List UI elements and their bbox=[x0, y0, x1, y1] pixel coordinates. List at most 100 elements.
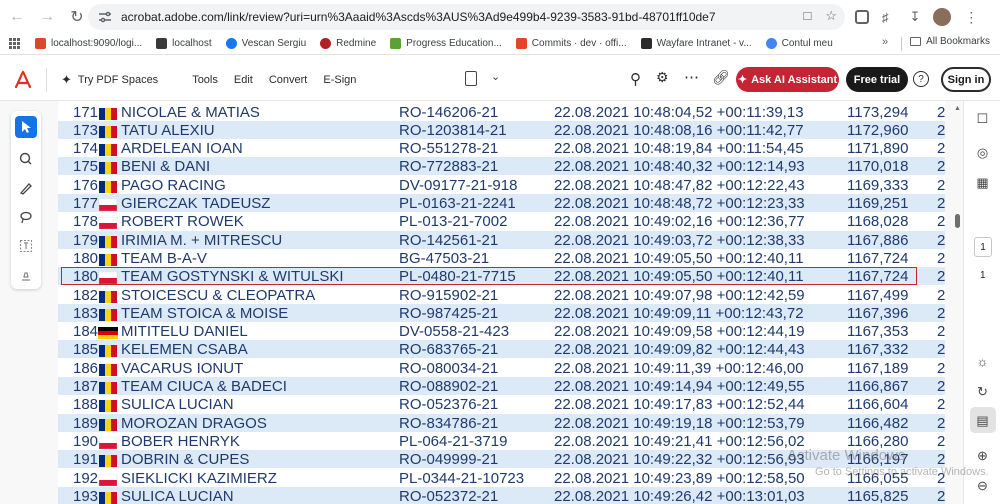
comment-tool-icon[interactable] bbox=[15, 148, 37, 170]
bookmark-item[interactable]: Contul meu bbox=[765, 38, 833, 49]
scroll-thumb[interactable] bbox=[955, 214, 960, 228]
tab-search-icon[interactable] bbox=[855, 10, 869, 24]
sign-in-button[interactable]: Sign in bbox=[941, 67, 991, 92]
more-options-icon[interactable]: ⋯ bbox=[684, 68, 699, 86]
google-icon bbox=[765, 38, 777, 49]
flag-pl-icon bbox=[98, 216, 118, 230]
arrival-time-cell: 22.08.2021 10:48:47,82 +00:12:22,43 bbox=[554, 176, 805, 194]
download-icon[interactable]: ↧ bbox=[910, 9, 921, 25]
color-palette-icon[interactable]: ◎ bbox=[974, 144, 991, 161]
all-bookmarks-button[interactable]: All Bookmarks bbox=[910, 36, 990, 47]
site-info-icon[interactable] bbox=[97, 9, 113, 25]
bookmark-item[interactable]: localhost bbox=[156, 38, 212, 49]
table-row: 178 ROBERT ROWEK PL-013-21-7002 22.08.2021 … bbox=[58, 212, 945, 230]
table-row: 175 BENI & DANI RO-772883-21 22.08.2021 10:… bbox=[58, 157, 945, 176]
flag-ro-icon bbox=[98, 418, 118, 431]
text-select-tool-icon[interactable] bbox=[15, 235, 37, 257]
draw-tool-icon[interactable] bbox=[15, 177, 37, 199]
arrival-time-cell: 22.08.2021 10:49:23,89 +00:12:58,50 bbox=[554, 469, 805, 487]
arrival-time-cell: 22.08.2021 10:49:21,41 +00:12:56,02 bbox=[554, 432, 805, 450]
document-icon[interactable] bbox=[465, 71, 477, 86]
address-bar[interactable]: acrobat.adobe.com/link/review?uri=urn%3A… bbox=[88, 4, 845, 30]
menu-esign[interactable]: E-Sign bbox=[323, 74, 356, 86]
table-row: 174 ARDELEAN IOAN RO-551278-21 22.08.2021 1… bbox=[58, 139, 945, 157]
ask-ai-assistant-button[interactable]: ✦ Ask AI Assistant bbox=[736, 67, 839, 92]
free-trial-button[interactable]: Free trial bbox=[846, 67, 908, 92]
ring-number-cell: RO-1203814-21 bbox=[399, 121, 507, 139]
link-icon[interactable]: 🔗︎ bbox=[712, 69, 730, 86]
rank-cell: 180 bbox=[73, 249, 99, 267]
ring-number-cell: RO-772883-21 bbox=[399, 158, 499, 176]
help-icon[interactable]: ? bbox=[913, 71, 929, 87]
arrival-time-cell: 22.08.2021 10:49:09,82 +00:12:44,43 bbox=[554, 341, 805, 359]
fancier-name-cell: NICOLAE & MATIAS bbox=[121, 103, 260, 121]
ai-insights-icon[interactable]: ⚙ bbox=[656, 69, 669, 86]
menu-edit[interactable]: Edit bbox=[234, 74, 253, 86]
menu-convert[interactable]: Convert bbox=[269, 74, 308, 86]
extra-cell: 2 bbox=[937, 378, 945, 395]
document-scrollbar[interactable]: ▲ bbox=[951, 101, 963, 504]
rank-cell: 177 bbox=[73, 195, 99, 212]
arrival-time-cell: 22.08.2021 10:49:05,50 +00:12:40,11 bbox=[554, 249, 804, 267]
brightness-icon[interactable]: ☼ bbox=[974, 353, 991, 370]
url-text[interactable]: acrobat.adobe.com/link/review?uri=urn%3A… bbox=[121, 10, 781, 24]
bookmark-item[interactable]: localhost:9090/logi... bbox=[35, 38, 142, 49]
chevron-down-icon[interactable]: ⌄ bbox=[491, 70, 500, 83]
rank-cell: 187 bbox=[73, 378, 99, 395]
cast-icon[interactable]: □ bbox=[803, 8, 811, 24]
lasso-tool-icon[interactable] bbox=[15, 206, 37, 228]
search-icon[interactable]: ⚲ bbox=[630, 70, 641, 88]
flag-ro-icon bbox=[98, 235, 118, 248]
menu-tools[interactable]: Tools bbox=[192, 74, 218, 86]
speed-cell: 1172,960 bbox=[847, 121, 909, 139]
flag-ro-icon bbox=[98, 344, 118, 358]
rank-cell: 183 bbox=[73, 304, 99, 322]
extra-cell: 2 bbox=[937, 432, 945, 450]
flag-ro-icon bbox=[98, 454, 118, 468]
ring-number-cell: RO-146206-21 bbox=[399, 103, 499, 121]
grid-view-icon[interactable]: ▦ bbox=[974, 174, 991, 191]
bookmark-item[interactable]: Commits · dev · offi... bbox=[515, 38, 627, 49]
comments-panel-icon[interactable]: ☐ bbox=[974, 110, 991, 127]
bookmark-item[interactable]: Wayfare Intranet - v... bbox=[640, 38, 752, 49]
stamp-tool-icon[interactable] bbox=[15, 264, 37, 286]
fancier-name-cell: MOROZAN DRAGOS bbox=[121, 414, 267, 432]
fancier-name-cell: BOBER HENRYK bbox=[121, 432, 240, 450]
bookmark-item[interactable]: Vescan Sergiu bbox=[225, 38, 306, 49]
extra-cell: 2 bbox=[937, 213, 945, 231]
browser-menu-icon[interactable]: ⋮ bbox=[964, 9, 978, 26]
reload-icon[interactable]: ↻ bbox=[64, 4, 90, 30]
rank-cell: 191 bbox=[73, 451, 99, 469]
left-toolbar bbox=[11, 111, 41, 289]
try-pdf-spaces-button[interactable]: Try PDF Spaces bbox=[78, 74, 158, 86]
select-tool-icon[interactable] bbox=[15, 116, 37, 138]
fancier-name-cell: ARDELEAN IOAN bbox=[121, 140, 243, 158]
profile-avatar[interactable] bbox=[933, 8, 952, 26]
forward-icon[interactable]: → bbox=[34, 4, 60, 30]
arrival-time-cell: 22.08.2021 10:49:14,94 +00:12:49,55 bbox=[554, 378, 805, 395]
ring-number-cell: RO-052372-21 bbox=[399, 487, 499, 504]
ring-number-cell: RO-683765-21 bbox=[399, 341, 499, 359]
flag-ro-icon bbox=[98, 107, 118, 120]
fancier-name-cell: PAGO RACING bbox=[121, 176, 226, 194]
apps-grid-icon[interactable] bbox=[9, 38, 20, 49]
zoom-out-icon[interactable]: ⊖ bbox=[974, 477, 991, 494]
speed-cell: 1169,333 bbox=[847, 176, 909, 194]
extensions-icon[interactable]: ♯ bbox=[882, 10, 889, 25]
zoom-in-icon[interactable]: ⊕ bbox=[974, 447, 991, 464]
bookmark-star-icon[interactable]: ☆ bbox=[825, 8, 837, 24]
page-view-icon[interactable]: ▤ bbox=[974, 412, 991, 429]
highlight-rectangle bbox=[61, 267, 917, 286]
ring-number-cell: DV-0558-21-423 bbox=[399, 323, 510, 341]
more-bookmarks-icon[interactable]: » bbox=[882, 36, 888, 48]
rotate-icon[interactable]: ↻ bbox=[974, 383, 991, 400]
current-page-input[interactable]: 1 bbox=[974, 237, 992, 257]
table-row: 186 VACARUS IONUT RO-080034-21 22.08.2021 1… bbox=[58, 359, 945, 377]
bookmark-item[interactable]: Progress Education... bbox=[390, 38, 502, 49]
fancier-name-cell: SIEKLICKI KAZIMIERZ bbox=[121, 469, 277, 487]
bookmark-item[interactable]: Redmine bbox=[320, 38, 376, 49]
scroll-up-icon[interactable]: ▲ bbox=[954, 105, 961, 112]
back-icon[interactable]: ← bbox=[4, 4, 30, 30]
speed-cell: 1168,028 bbox=[847, 213, 909, 231]
acrobat-logo-icon[interactable] bbox=[12, 69, 34, 91]
